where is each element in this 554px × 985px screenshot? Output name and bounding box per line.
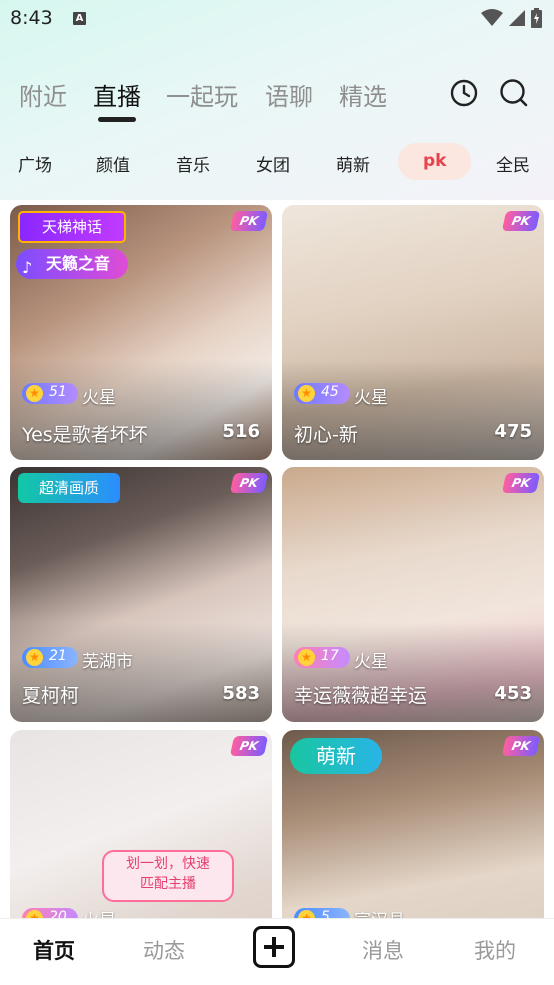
nav-messages[interactable]: 消息 xyxy=(362,935,404,965)
category-pk[interactable]: pk xyxy=(423,151,446,171)
active-tab-indicator xyxy=(98,117,136,122)
plus-icon[interactable] xyxy=(253,926,295,968)
music-note-icon: ♪ xyxy=(22,258,33,277)
streamer-location: 火星 xyxy=(354,388,388,408)
star-icon: ★ xyxy=(26,649,43,666)
viewer-count: 516 xyxy=(222,421,260,442)
status-bar: 8:43 A xyxy=(0,0,554,40)
category-looks[interactable]: 颜值 xyxy=(96,151,130,176)
streamer-name: Yes是歌者坏坏 xyxy=(22,424,148,446)
tab-featured[interactable]: 精选 xyxy=(339,77,387,112)
tab-play-together[interactable]: 一起玩 xyxy=(166,77,238,112)
level-badge: ★ 45 xyxy=(294,383,350,404)
star-icon: ★ xyxy=(298,649,315,666)
star-icon: ★ xyxy=(26,385,43,402)
newbie-tag: 萌新 xyxy=(290,738,382,774)
level-badge: ★ 17 xyxy=(294,647,350,668)
status-time: 8:43 xyxy=(10,7,53,29)
nav-me[interactable]: 我的 xyxy=(474,935,516,965)
hd-quality-tag: 超清画质 xyxy=(18,473,120,503)
category-tab-bar: 广场 颜值 音乐 女团 萌新 pk 全民 xyxy=(0,143,554,181)
pk-badge: PK xyxy=(229,211,269,231)
pk-badge: PK xyxy=(229,473,269,493)
live-room-card[interactable]: 超清画质 PK ★ 21 芜湖市 夏柯柯 583 xyxy=(10,467,272,722)
star-icon: ★ xyxy=(298,385,315,402)
tab-live[interactable]: 直播 xyxy=(93,77,141,112)
quick-match-text: 划一划，快速 匹配主播 xyxy=(126,856,210,892)
pk-badge: PK xyxy=(229,736,269,756)
notification-a-icon: A xyxy=(73,12,86,25)
search-icon[interactable] xyxy=(499,78,529,108)
category-newbie[interactable]: 萌新 xyxy=(336,151,370,176)
viewer-count: 583 xyxy=(222,683,260,704)
streamer-name: 幸运薇薇超幸运 xyxy=(294,685,428,707)
bottom-nav: 首页 动态 消息 我的 xyxy=(0,918,554,985)
pk-badge: PK xyxy=(501,473,541,493)
nav-feed[interactable]: 动态 xyxy=(143,935,185,965)
category-music[interactable]: 音乐 xyxy=(176,151,210,176)
tab-nearby[interactable]: 附近 xyxy=(19,77,67,112)
signal-icon xyxy=(509,10,525,26)
streamer-name: 初心-新 xyxy=(294,424,358,446)
category-all[interactable]: 全民 xyxy=(496,151,530,176)
pk-badge: PK xyxy=(501,211,541,231)
battery-icon xyxy=(531,8,542,28)
viewer-count: 475 xyxy=(494,421,532,442)
clock-icon[interactable] xyxy=(449,78,479,108)
quick-match-bubble[interactable]: 划一划，快速 匹配主播 xyxy=(102,850,234,902)
heavenly-voice-tag: ♪ 天籁之音 xyxy=(16,249,128,279)
category-girl-group[interactable]: 女团 xyxy=(256,151,290,176)
streamer-location: 火星 xyxy=(82,388,116,408)
live-room-card[interactable]: PK ★ 45 火星 初心-新 475 xyxy=(282,205,544,460)
streamer-name: 夏柯柯 xyxy=(22,685,80,707)
streamer-location: 火星 xyxy=(354,652,388,672)
streamer-location: 芜湖市 xyxy=(82,652,133,672)
status-icons xyxy=(481,8,542,28)
tab-voice-chat[interactable]: 语聊 xyxy=(265,77,313,112)
level-badge: ★ 21 xyxy=(22,647,78,668)
live-room-card[interactable]: 天梯神话 ♪ 天籁之音 PK ★ 51 火星 Yes是歌者坏坏 516 xyxy=(10,205,272,460)
category-square[interactable]: 广场 xyxy=(18,151,52,176)
level-badge: ★ 51 xyxy=(22,383,78,404)
nav-home[interactable]: 首页 xyxy=(33,935,75,965)
pk-badge: PK xyxy=(501,736,541,756)
live-room-card[interactable]: PK ★ 17 火星 幸运薇薇超幸运 453 xyxy=(282,467,544,722)
wifi-icon xyxy=(481,9,503,26)
ladder-legend-tag: 天梯神话 xyxy=(18,211,126,243)
viewer-count: 453 xyxy=(494,683,532,704)
